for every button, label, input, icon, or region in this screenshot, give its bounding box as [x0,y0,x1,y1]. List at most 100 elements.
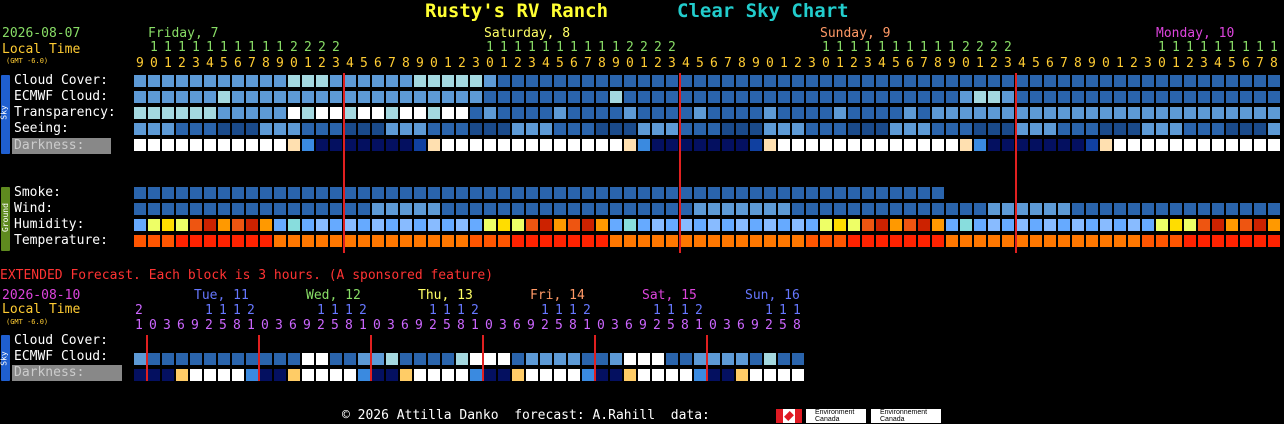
ext-darkness-cell[interactable] [624,369,636,381]
forecast-cell[interactable] [1170,107,1182,119]
ext-forecast-cell[interactable] [666,353,678,365]
humidity-cell[interactable] [1198,219,1210,231]
forecast-cell[interactable] [1240,107,1252,119]
ext-forecast-cell[interactable] [666,337,678,349]
forecast-cell[interactable] [806,107,818,119]
humidity-cell[interactable] [1184,219,1196,231]
forecast-cell[interactable] [1170,75,1182,87]
forecast-cell[interactable] [722,75,734,87]
darkness-cell[interactable] [1212,139,1224,151]
temperature-cell[interactable] [148,235,160,247]
forecast-cell[interactable] [540,107,552,119]
wind-cell[interactable] [1240,203,1252,215]
forecast-cell[interactable] [442,75,454,87]
wind-cell[interactable] [624,203,636,215]
darkness-cell[interactable] [484,139,496,151]
ext-forecast-cell[interactable] [484,337,496,349]
wind-cell[interactable] [162,203,174,215]
forecast-cell[interactable] [1016,107,1028,119]
ext-darkness-cell[interactable] [582,369,594,381]
temperature-cell[interactable] [582,235,594,247]
forecast-cell[interactable] [470,107,482,119]
forecast-cell[interactable] [484,123,496,135]
forecast-cell[interactable] [162,91,174,103]
ext-forecast-cell[interactable] [582,337,594,349]
temperature-cell[interactable] [302,235,314,247]
ext-darkness-cell[interactable] [778,369,790,381]
forecast-cell[interactable] [638,75,650,87]
forecast-cell[interactable] [736,123,748,135]
ext-forecast-cell[interactable] [204,337,216,349]
ext-forecast-cell[interactable] [470,353,482,365]
darkness-cell[interactable] [862,139,874,151]
smoke-cell[interactable] [526,187,538,199]
temperature-cell[interactable] [442,235,454,247]
smoke-cell[interactable] [428,187,440,199]
ext-forecast-cell[interactable] [792,353,804,365]
wind-cell[interactable] [1100,203,1112,215]
forecast-cell[interactable] [848,75,860,87]
smoke-cell[interactable] [596,187,608,199]
forecast-cell[interactable] [1086,91,1098,103]
smoke-cell[interactable] [638,187,650,199]
smoke-cell[interactable] [470,187,482,199]
smoke-cell[interactable] [652,187,664,199]
humidity-cell[interactable] [204,219,216,231]
ext-darkness-cell[interactable] [288,369,300,381]
humidity-cell[interactable] [372,219,384,231]
forecast-cell[interactable] [834,91,846,103]
temperature-cell[interactable] [498,235,510,247]
ext-forecast-cell[interactable] [736,337,748,349]
forecast-cell[interactable] [386,91,398,103]
forecast-cell[interactable] [708,91,720,103]
ext-darkness-cell[interactable] [204,369,216,381]
temperature-cell[interactable] [904,235,916,247]
humidity-cell[interactable] [288,219,300,231]
darkness-cell[interactable] [736,139,748,151]
forecast-cell[interactable] [960,107,972,119]
forecast-cell[interactable] [792,75,804,87]
forecast-cell[interactable] [610,75,622,87]
humidity-cell[interactable] [330,219,342,231]
smoke-cell[interactable] [722,187,734,199]
wind-cell[interactable] [568,203,580,215]
darkness-cell[interactable] [428,139,440,151]
ext-darkness-cell[interactable] [260,369,272,381]
darkness-cell[interactable] [288,139,300,151]
forecast-cell[interactable] [204,107,216,119]
wind-cell[interactable] [1170,203,1182,215]
forecast-cell[interactable] [1114,91,1126,103]
temperature-cell[interactable] [918,235,930,247]
forecast-cell[interactable] [862,123,874,135]
forecast-cell[interactable] [708,107,720,119]
forecast-cell[interactable] [218,75,230,87]
forecast-cell[interactable] [260,75,272,87]
humidity-cell[interactable] [820,219,832,231]
forecast-cell[interactable] [1184,107,1196,119]
forecast-cell[interactable] [1226,75,1238,87]
ext-forecast-cell[interactable] [582,353,594,365]
wind-cell[interactable] [1226,203,1238,215]
ext-forecast-cell[interactable] [764,337,776,349]
temperature-cell[interactable] [1268,235,1280,247]
forecast-cell[interactable] [400,107,412,119]
forecast-cell[interactable] [736,75,748,87]
darkness-cell[interactable] [1240,139,1252,151]
forecast-cell[interactable] [708,123,720,135]
extended-heading[interactable]: EXTENDED Forecast. Each block is 3 hours… [0,268,493,284]
ext-forecast-cell[interactable] [638,337,650,349]
temperature-cell[interactable] [1184,235,1196,247]
humidity-cell[interactable] [862,219,874,231]
forecast-cell[interactable] [750,91,762,103]
wind-cell[interactable] [1016,203,1028,215]
forecast-cell[interactable] [890,123,902,135]
wind-cell[interactable] [316,203,328,215]
ext-darkness-cell[interactable] [512,369,524,381]
ext-forecast-cell[interactable] [358,353,370,365]
darkness-cell[interactable] [442,139,454,151]
forecast-cell[interactable] [246,123,258,135]
wind-cell[interactable] [1268,203,1280,215]
ext-forecast-cell[interactable] [750,337,762,349]
forecast-cell[interactable] [834,107,846,119]
wind-cell[interactable] [358,203,370,215]
